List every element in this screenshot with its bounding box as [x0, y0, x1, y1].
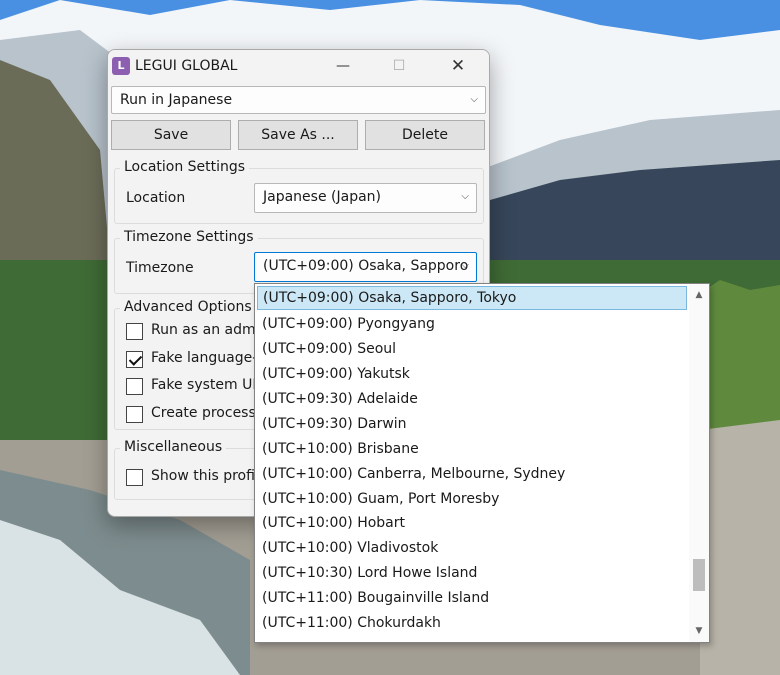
- maximize-button[interactable]: ☐: [376, 50, 422, 82]
- dropdown-item[interactable]: (UTC+11:00) Bougainville Island: [257, 586, 687, 610]
- scroll-up-icon[interactable]: ▲: [689, 286, 709, 304]
- timezone-label: Timezone: [126, 260, 194, 276]
- checkbox-box[interactable]: [126, 406, 143, 423]
- advanced-options-title: Advanced Options: [120, 299, 256, 315]
- checkbox-box[interactable]: [126, 469, 143, 486]
- chevron-down-icon: ⌵: [461, 260, 469, 271]
- save-button[interactable]: Save: [111, 120, 231, 150]
- dropdown-item[interactable]: (UTC+09:00) Osaka, Sapporo, Tokyo: [257, 286, 687, 310]
- title-bar[interactable]: L LEGUI GLOBAL — ☐ ✕: [108, 50, 489, 82]
- dropdown-item[interactable]: (UTC+10:30) Lord Howe Island: [257, 561, 687, 585]
- checkbox-box[interactable]: [126, 378, 143, 395]
- checkbox-label: Show this profil: [151, 468, 259, 484]
- window-title: LEGUI GLOBAL: [135, 58, 238, 74]
- dropdown-item[interactable]: (UTC+10:00) Brisbane: [257, 437, 687, 461]
- dropdown-item[interactable]: (UTC+10:00) Vladivostok: [257, 536, 687, 560]
- location-select[interactable]: Japanese (Japan) ⌵: [254, 183, 477, 213]
- scroll-down-icon[interactable]: ▼: [689, 622, 709, 640]
- timezone-select[interactable]: (UTC+09:00) Osaka, Sapporo ⌵: [254, 252, 477, 282]
- close-icon: ✕: [450, 56, 466, 76]
- dropdown-item[interactable]: (UTC+10:00) Canberra, Melbourne, Sydney: [257, 462, 687, 486]
- checkbox-label: Run as an admi: [151, 322, 260, 338]
- profile-select-value: Run in Japanese: [120, 92, 233, 108]
- dropdown-item[interactable]: (UTC+09:30) Darwin: [257, 412, 687, 436]
- checkbox-label: Create process: [151, 405, 256, 421]
- location-label: Location: [126, 190, 186, 206]
- delete-button[interactable]: Delete: [365, 120, 485, 150]
- close-button[interactable]: ✕: [435, 50, 481, 82]
- miscellaneous-title: Miscellaneous: [120, 439, 227, 455]
- dropdown-item[interactable]: (UTC+09:00) Yakutsk: [257, 362, 687, 386]
- checkbox-box[interactable]: [126, 323, 143, 340]
- dropdown-item[interactable]: (UTC+09:00) Pyongyang: [257, 312, 687, 336]
- scrollbar-thumb[interactable]: [693, 559, 705, 591]
- dropdown-item[interactable]: (UTC+09:30) Adelaide: [257, 387, 687, 411]
- timezone-dropdown-list[interactable]: (UTC+09:00) Osaka, Sapporo, Tokyo (UTC+0…: [254, 283, 710, 643]
- app-logo-icon: L: [112, 57, 130, 75]
- dropdown-scrollbar[interactable]: ▲ ▼: [689, 284, 709, 642]
- dropdown-item[interactable]: (UTC+10:00) Guam, Port Moresby: [257, 487, 687, 511]
- checkbox-label: Fake system UI: [151, 377, 257, 393]
- minimize-icon: —: [336, 58, 350, 74]
- maximize-icon: ☐: [392, 58, 406, 74]
- dropdown-item[interactable]: (UTC+09:00) Seoul: [257, 337, 687, 361]
- location-select-value: Japanese (Japan): [263, 189, 381, 205]
- timezone-settings-title: Timezone Settings: [120, 229, 258, 245]
- dropdown-item[interactable]: (UTC+11:00) Chokurdakh: [257, 611, 687, 635]
- checkbox-box-checked[interactable]: [126, 351, 143, 368]
- checkbox-label: Fake language-: [151, 350, 258, 366]
- location-settings-title: Location Settings: [120, 159, 250, 175]
- timezone-select-value: (UTC+09:00) Osaka, Sapporo: [263, 258, 469, 274]
- dropdown-item[interactable]: (UTC+10:00) Hobart: [257, 511, 687, 535]
- profile-select[interactable]: Run in Japanese ⌵: [111, 86, 486, 114]
- minimize-button[interactable]: —: [320, 50, 366, 82]
- save-as-button[interactable]: Save As ...: [238, 120, 358, 150]
- chevron-down-icon: ⌵: [461, 191, 469, 202]
- chevron-down-icon: ⌵: [470, 94, 478, 105]
